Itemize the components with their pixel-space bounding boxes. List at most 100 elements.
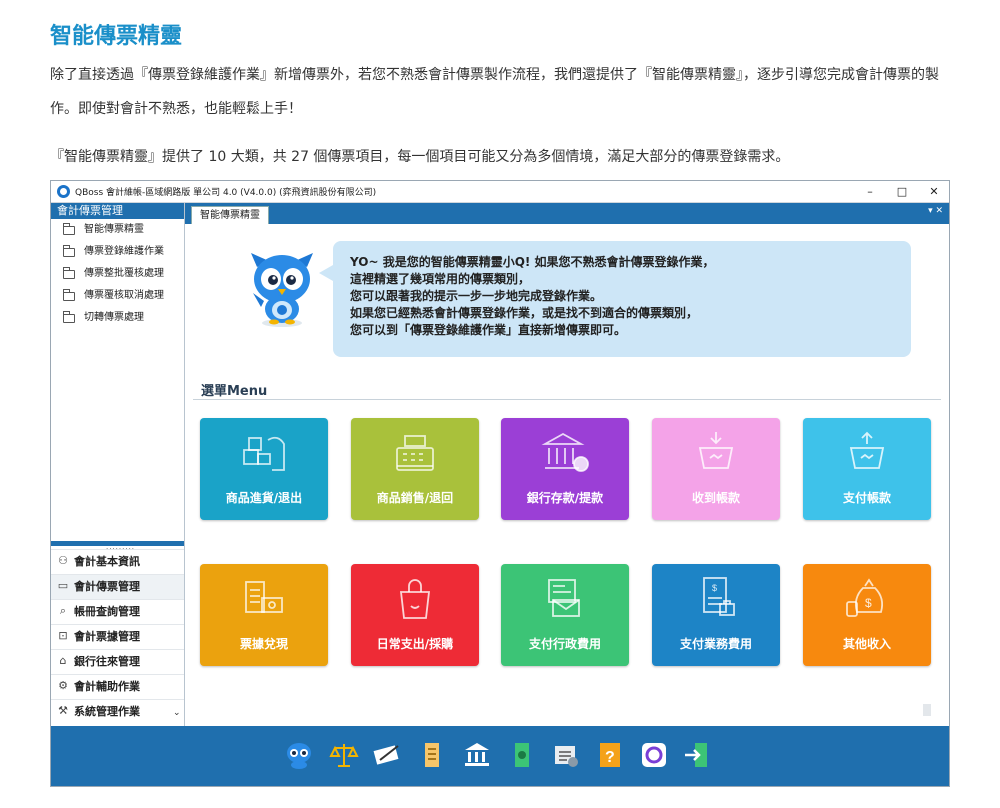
window-titlebar[interactable]: QBoss 會計維帳-區域網路版 單公司 4.0 (V4.0.0) (弈飛資訊股… xyxy=(51,181,949,203)
folder-icon: ▭ xyxy=(57,579,69,592)
report-icon[interactable] xyxy=(551,740,581,770)
tile-label: 商品進貨/退出 xyxy=(225,491,303,505)
checkbook-icon[interactable] xyxy=(372,740,402,770)
nav-item-voucher-management[interactable]: ▭ 會計傳票管理 xyxy=(51,574,184,599)
app-window: QBoss 會計維帳-區域網路版 單公司 4.0 (V4.0.0) (弈飛資訊股… xyxy=(50,180,950,787)
sidebar-item-label: 傳票覆核取消處理 xyxy=(84,290,164,301)
bank-icon: ⌂ xyxy=(59,654,67,667)
nav-item-auxiliary[interactable]: ⚙ 會計輔助作業 xyxy=(51,674,184,699)
bubble-line: 如果您已經熟悉會計傳票登錄作業，或是找不到適合的傳票類別， xyxy=(350,306,699,320)
sidebar-item-smart-voucher[interactable]: 智能傳票精靈 xyxy=(51,219,184,241)
sidebar-item-label: 傳票登錄維護作業 xyxy=(84,246,164,257)
nav-item-label: 會計輔助作業 xyxy=(74,680,140,693)
tile-label: 支付行政費用 xyxy=(528,637,601,651)
ticket-icon: ⊡ xyxy=(58,629,68,642)
folder-icon xyxy=(63,267,75,279)
shopping-bag-icon xyxy=(399,579,431,619)
tile-label: 商品銷售/退回 xyxy=(376,491,454,505)
nav-item-bill-management[interactable]: ⊡ 會計票據管理 xyxy=(51,624,184,649)
gear-icon: ⚙ xyxy=(58,679,68,692)
sidebar-item-label: 傳票整批覆核處理 xyxy=(84,268,164,279)
folder-icon xyxy=(63,245,75,257)
bottom-dock: ? xyxy=(51,726,949,786)
tile-label: 銀行存款/提款 xyxy=(526,491,604,505)
tile-daily-expense[interactable]: 日常支出/採購 xyxy=(351,564,479,666)
sidebar-header: 會計傳票管理 xyxy=(51,203,184,219)
tools-icon: ⚒ xyxy=(58,704,68,717)
qboss-logo-icon[interactable] xyxy=(639,740,669,770)
nav-item-label: 會計傳票管理 xyxy=(74,580,140,593)
tile-bill-cashing[interactable]: 票據兌現 xyxy=(200,564,328,666)
folder-icon xyxy=(63,311,75,323)
tile-other-income[interactable]: $ 其他收入 xyxy=(803,564,931,666)
tile-pay-payment[interactable]: 支付帳款 xyxy=(803,418,931,520)
bubble-line: 您可以跟著我的提示一步一步地完成登錄作業。 xyxy=(350,289,603,303)
scrollbar[interactable] xyxy=(923,704,931,716)
cash-register-icon xyxy=(396,435,434,471)
mascot-icon[interactable] xyxy=(284,740,314,770)
minimize-button[interactable]: – xyxy=(855,183,885,201)
nav-item-label: 會計基本資訊 xyxy=(74,555,140,568)
bubble-line: YO~ 我是您的智能傳票精靈小Q! 如果您不熟悉會計傳票登錄作業， xyxy=(350,255,715,269)
sidebar-item-transfer-voucher[interactable]: 切轉傳票處理 xyxy=(51,307,184,329)
bank-icon[interactable] xyxy=(462,740,492,770)
window-title: QBoss 會計維帳-區域網路版 單公司 4.0 (V4.0.0) (弈飛資訊股… xyxy=(75,188,377,198)
tile-label: 日常支出/採購 xyxy=(376,637,454,651)
sidebar: 會計傳票管理 智能傳票精靈 傳票登錄維護作業 傳票整批覆核處理 傳票覆核取消處理… xyxy=(51,203,185,726)
nav-item-bank-management[interactable]: ⌂ 銀行往來管理 xyxy=(51,649,184,674)
nav-item-label: 帳冊查詢管理 xyxy=(74,605,140,618)
search-icon: ⌕ xyxy=(59,604,67,617)
tile-bank-deposit[interactable]: 銀行存款/提款 xyxy=(501,418,629,520)
tab-controls[interactable]: ▾ ✕ xyxy=(928,206,943,216)
tile-label: 票據兌現 xyxy=(239,637,288,651)
folder-icon xyxy=(63,289,75,301)
tile-business-expense[interactable]: $ 支付業務費用 xyxy=(652,564,780,666)
close-button[interactable]: ✕ xyxy=(919,183,949,201)
sidebar-item-label: 智能傳票精靈 xyxy=(84,224,144,235)
folder-icon xyxy=(63,223,75,235)
qboss-app-icon xyxy=(57,185,70,198)
tile-label: 支付帳款 xyxy=(842,491,891,505)
svg-text:$: $ xyxy=(712,583,717,593)
bubble-line: 您可以到「傳票登錄維護作業」直接新增傳票即可。 xyxy=(350,323,627,337)
chevron-down-icon[interactable]: ⌄ xyxy=(173,708,181,718)
mascot-q-icon xyxy=(251,253,313,327)
pay-payment-icon xyxy=(849,431,885,469)
sidebar-item-label: 切轉傳票處理 xyxy=(84,312,144,323)
bubble-line: 這裡精選了幾項常用的傳票類別， xyxy=(350,272,531,286)
sidebar-item-batch-review[interactable]: 傳票整批覆核處理 xyxy=(51,263,184,285)
tab-bar: 智能傳票精靈 ▾ ✕ xyxy=(185,203,949,224)
receipt-icon[interactable] xyxy=(417,740,447,770)
tab-smart-voucher[interactable]: 智能傳票精靈 xyxy=(191,206,269,224)
article-paragraph-1: 除了直接透過『傳票登錄維護作業』新增傳票外，若您不熟悉會計傳票製作流程，我們還提… xyxy=(50,67,939,117)
maximize-button[interactable]: □ xyxy=(887,183,917,201)
tile-goods-purchase[interactable]: 商品進貨/退出 xyxy=(200,418,328,520)
cash-icon[interactable] xyxy=(507,740,537,770)
money-bag-icon: $ xyxy=(846,578,884,617)
menu-title: 選單Menu xyxy=(201,384,268,399)
sidebar-item-review-cancel[interactable]: 傳票覆核取消處理 xyxy=(51,285,184,307)
menu-divider xyxy=(193,399,941,400)
mascot-speech-bubble: YO~ 我是您的智能傳票精靈小Q! 如果您不熟悉會計傳票登錄作業， 這裡精選了幾… xyxy=(319,241,911,357)
tile-label: 收到帳款 xyxy=(691,491,740,505)
receive-payment-icon xyxy=(698,432,734,469)
exit-icon[interactable] xyxy=(683,740,713,770)
nav-item-system-admin[interactable]: ⚒ 系統管理作業 xyxy=(51,699,184,724)
main-content: YO~ 我是您的智能傳票精靈小Q! 如果您不熟悉會計傳票登錄作業， 這裡精選了幾… xyxy=(185,224,949,726)
bill-cash-icon xyxy=(245,581,283,613)
help-icon[interactable]: ? xyxy=(595,740,625,770)
nav-item-basic-info[interactable]: ⚇ 會計基本資訊 xyxy=(51,549,184,574)
sidebar-nav: ⚇ 會計基本資訊 ▭ 會計傳票管理 ⌕ 帳冊查詢管理 ⊡ 會計票據管理 ⌂ 銀行往來管理 … xyxy=(51,549,184,724)
nav-item-label: 會計票據管理 xyxy=(74,630,140,643)
tile-receive-payment[interactable]: 收到帳款 xyxy=(652,418,780,520)
article-title: 智能傳票精靈 xyxy=(50,24,183,49)
sidebar-item-voucher-entry[interactable]: 傳票登錄維護作業 xyxy=(51,241,184,263)
article-paragraph-2: 『智能傳票精靈』提供了 10 大類，共 27 個傳票項目，每一個項目可能又分為多… xyxy=(50,149,790,165)
nav-item-ledger-query[interactable]: ⌕ 帳冊查詢管理 xyxy=(51,599,184,624)
business-expense-icon: $ xyxy=(703,577,735,616)
tile-label: 其他收入 xyxy=(842,637,891,651)
nav-item-label: 系統管理作業 xyxy=(74,705,140,718)
scale-icon[interactable] xyxy=(329,740,359,770)
tile-goods-sales[interactable]: 商品銷售/退回 xyxy=(351,418,479,520)
tile-admin-expense[interactable]: 支付行政費用 xyxy=(501,564,629,666)
